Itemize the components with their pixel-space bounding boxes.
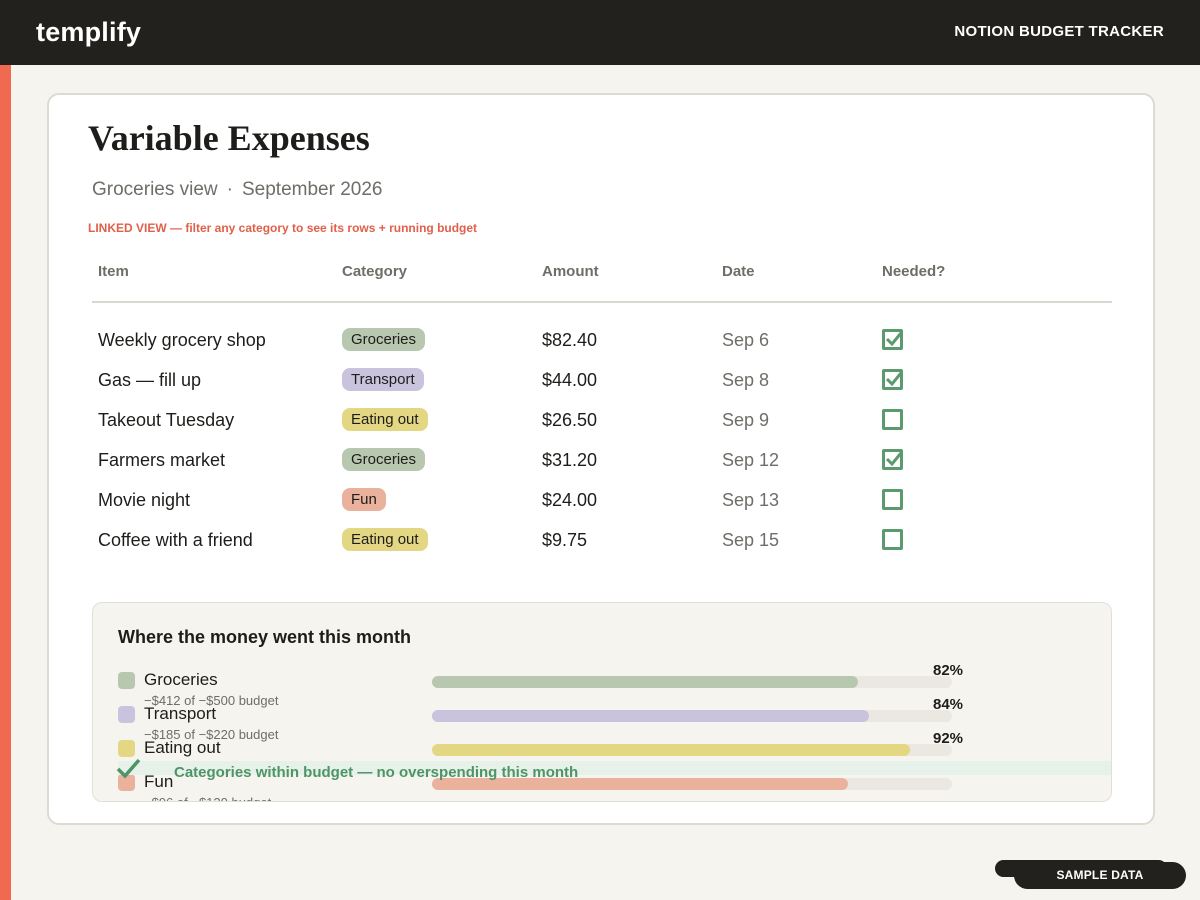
category-tag[interactable]: Fun	[342, 488, 386, 511]
item-name[interactable]: Farmers market	[98, 450, 225, 471]
column-header-category[interactable]: Category	[342, 263, 407, 280]
item-name[interactable]: Weekly grocery shop	[98, 330, 266, 351]
date-value: Sep 9	[722, 410, 770, 430]
category-name: Transport	[144, 704, 217, 723]
column-header-date[interactable]: Date	[722, 263, 755, 280]
table-row[interactable]: Takeout Tuesday Eating out $26.50 Sep 9	[92, 408, 1112, 448]
column-header-item[interactable]: Item	[98, 263, 129, 280]
amount-value: $26.50	[542, 410, 598, 430]
budget-progress-bar	[432, 744, 952, 756]
budget-percent: 84%	[933, 696, 964, 713]
category-name: Eating out	[144, 738, 221, 757]
budget-progress-fill	[432, 710, 869, 722]
category-budget-detail: −$96 of −$120 budget	[144, 795, 271, 801]
budget-progress-fill	[432, 676, 859, 688]
category-tag[interactable]: Groceries	[342, 328, 426, 351]
table-row[interactable]: Gas — fill up Transport $44.00 Sep 8	[92, 368, 1112, 408]
column-header-amount[interactable]: Amount	[542, 263, 599, 280]
expenses-card: Variable Expenses Groceries view · Septemb…	[47, 93, 1155, 825]
item-name[interactable]: Takeout Tuesday	[98, 410, 234, 431]
table-row[interactable]: Coffee with a friend Eating out $9.75 Sep 1…	[92, 528, 1112, 568]
linked-view-note: LINKED VIEW — filter any category to see…	[88, 221, 478, 235]
check-icon	[116, 758, 141, 779]
category-summary[interactable]: Transport −$185 of −$220 budget 84%	[118, 696, 968, 742]
column-header-needed[interactable]: Needed?	[882, 263, 945, 280]
needed-checkbox[interactable]	[882, 329, 903, 350]
amount-value: $44.00	[542, 370, 598, 390]
needed-checkbox[interactable]	[882, 409, 903, 430]
needed-checkbox[interactable]	[882, 449, 903, 470]
budget-progress-fill	[432, 744, 911, 756]
budget-banner-text: Categories within budget — no overspendi…	[174, 764, 579, 781]
category-name: Fun	[144, 772, 174, 791]
checkmark-icon	[885, 332, 903, 347]
sample-data-badge: SAMPLE DATA	[1014, 862, 1186, 889]
amount-value: $9.75	[542, 530, 588, 550]
budget-percent: 92%	[933, 730, 964, 747]
category-tag[interactable]: Eating out	[342, 408, 428, 431]
date-value: Sep 13	[722, 490, 780, 510]
table-row[interactable]: Weekly grocery shop Groceries $82.40 Sep 6	[92, 328, 1112, 368]
page-title: Variable Expenses	[88, 118, 370, 158]
category-name: Groceries	[144, 670, 218, 689]
date-value: Sep 15	[722, 530, 780, 550]
category-swatch	[118, 706, 135, 723]
accent-bar	[0, 65, 11, 900]
product-name: NOTION BUDGET TRACKER	[954, 23, 1164, 40]
table-header: Item Category Amount Date Needed?	[92, 263, 1112, 303]
date-value: Sep 8	[722, 370, 770, 390]
category-swatch	[118, 740, 135, 757]
date-value: Sep 6	[722, 330, 770, 350]
item-name[interactable]: Coffee with a friend	[98, 530, 253, 551]
category-tag[interactable]: Eating out	[342, 528, 428, 551]
view-subtitle: Groceries view · September 2026	[92, 179, 382, 201]
checkmark-icon	[885, 452, 903, 467]
item-name[interactable]: Gas — fill up	[98, 370, 201, 391]
spending-summary: Where the money went this month Grocerie…	[92, 602, 1112, 802]
period-label: September 2026	[241, 179, 383, 200]
amount-value: $82.40	[542, 330, 598, 350]
amount-value: $31.20	[542, 450, 598, 470]
amount-value: $24.00	[542, 490, 598, 510]
date-value: Sep 12	[722, 450, 780, 470]
item-name[interactable]: Movie night	[98, 490, 190, 511]
top-bar: templify NOTION BUDGET TRACKER	[0, 0, 1200, 65]
brand-logo[interactable]: templify	[36, 17, 141, 48]
category-tag[interactable]: Transport	[342, 368, 424, 391]
table-row[interactable]: Farmers market Groceries $31.20 Sep 12	[92, 448, 1112, 488]
budget-progress-bar	[432, 676, 952, 688]
table-row[interactable]: Movie night Fun $24.00 Sep 13	[92, 488, 1112, 528]
category-swatch	[118, 672, 135, 689]
view-name[interactable]: Groceries view	[92, 179, 218, 200]
budget-percent: 82%	[933, 662, 964, 679]
subtitle-separator: ·	[226, 179, 233, 200]
budget-progress-bar	[432, 710, 952, 722]
checkmark-icon	[885, 372, 903, 387]
category-summary[interactable]: Groceries −$412 of −$500 budget 82%	[118, 662, 968, 708]
needed-checkbox[interactable]	[882, 369, 903, 390]
sample-data-label: SAMPLE DATA	[1056, 868, 1144, 882]
category-tag[interactable]: Groceries	[342, 448, 426, 471]
summary-title: Where the money went this month	[118, 627, 412, 647]
needed-checkbox[interactable]	[882, 489, 903, 510]
needed-checkbox[interactable]	[882, 529, 903, 550]
